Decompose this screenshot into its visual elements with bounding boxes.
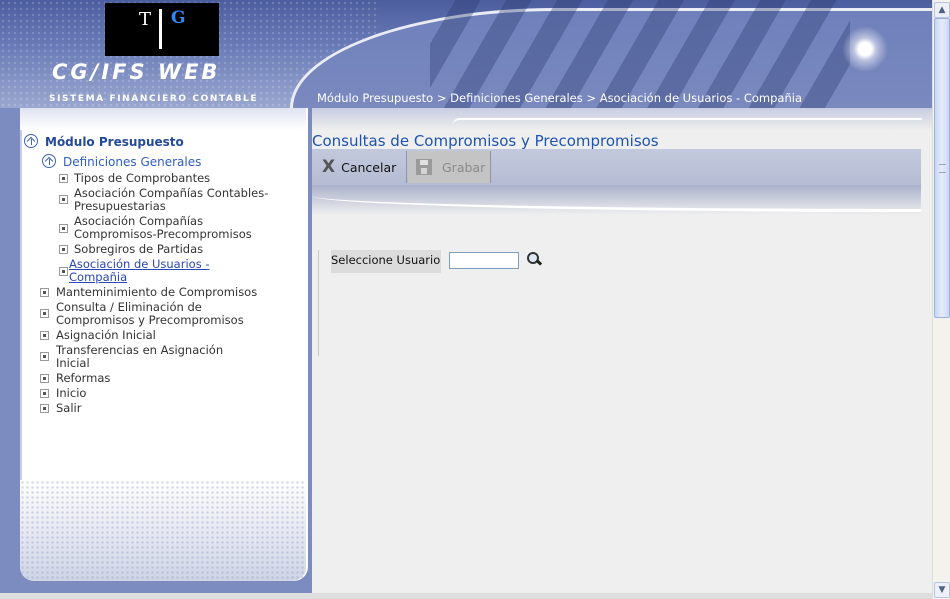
toolbar-wave-curve bbox=[312, 185, 921, 212]
vertical-scrollbar[interactable]: ▲ ▼ bbox=[932, 0, 950, 599]
bottom-strip bbox=[0, 593, 932, 599]
user-input[interactable] bbox=[449, 252, 519, 269]
square-bullet-icon bbox=[40, 288, 49, 297]
nav-item-salir[interactable]: Salir bbox=[56, 402, 256, 415]
square-bullet-icon bbox=[59, 245, 68, 254]
logo: T G bbox=[105, 3, 219, 56]
page-title: Consultas de Compromisos y Precompromiso… bbox=[312, 132, 659, 150]
scroll-grip-icon bbox=[939, 164, 946, 173]
magnifier-handle bbox=[535, 259, 543, 266]
square-bullet-icon bbox=[40, 404, 49, 413]
cancel-button[interactable]: X Cancelar bbox=[314, 151, 407, 183]
sidebar-panel-bottom bbox=[20, 480, 306, 581]
app-header: T G CG/IFS WEB SISTEMA FINANCIERO CONTAB… bbox=[0, 0, 932, 108]
main-top-band-line bbox=[452, 118, 922, 126]
square-bullet-icon bbox=[59, 195, 68, 204]
header-glow-icon bbox=[842, 26, 888, 72]
toolbar: X Cancelar Grabar bbox=[312, 149, 921, 185]
form-divider bbox=[318, 250, 319, 356]
square-bullet-icon bbox=[40, 374, 49, 383]
square-bullet-icon bbox=[59, 224, 68, 233]
nav-item-transferencias[interactable]: Transferencias en Asignación Inicial bbox=[56, 344, 256, 370]
nav-item-asociacion-contables[interactable]: Asociación Compañías Contables-Presupues… bbox=[74, 187, 289, 213]
nav-item-reformas[interactable]: Reformas bbox=[56, 372, 256, 385]
save-button[interactable]: Grabar bbox=[408, 151, 491, 183]
toolbar-wave bbox=[312, 185, 921, 215]
nav-item-inicio[interactable]: Inicio bbox=[56, 387, 256, 400]
disk-icon bbox=[416, 159, 432, 175]
x-icon: X bbox=[322, 157, 336, 177]
logo-divider bbox=[159, 9, 162, 49]
square-bullet-icon bbox=[40, 331, 49, 340]
scroll-thumb[interactable] bbox=[934, 18, 950, 318]
nav-item-asociacion-usuarios[interactable]: Asociación de Usuarios - Compañia bbox=[69, 258, 229, 284]
logo-letter-t: T bbox=[139, 9, 152, 30]
arrow-up-circle-icon bbox=[42, 154, 56, 168]
nav-module-presupuesto[interactable]: Módulo Presupuesto bbox=[24, 134, 184, 149]
square-bullet-icon bbox=[40, 389, 49, 398]
square-bullet-icon bbox=[59, 267, 68, 276]
scroll-up-icon[interactable]: ▲ bbox=[934, 2, 950, 18]
nav-item-sobregiros[interactable]: Sobregiros de Partidas bbox=[74, 243, 289, 256]
square-bullet-icon bbox=[40, 352, 49, 361]
sidebar-panel-top bbox=[20, 108, 306, 130]
user-label: Seleccione Usuario bbox=[331, 253, 441, 267]
cancel-button-label: Cancelar bbox=[341, 159, 397, 175]
logo-letter-g: G bbox=[171, 8, 186, 28]
save-button-label: Grabar bbox=[442, 159, 486, 175]
nav-item-asociacion-compromisos[interactable]: Asociación Compañías Compromisos-Precomp… bbox=[74, 215, 289, 241]
search-button[interactable] bbox=[526, 251, 543, 267]
nav-definiciones-generales[interactable]: Definiciones Generales bbox=[42, 154, 201, 169]
square-bullet-icon bbox=[59, 174, 68, 183]
nav-item-consulta-eliminacion[interactable]: Consulta / Eliminación de Compromisos y … bbox=[56, 301, 276, 327]
app-subtitle: SISTEMA FINANCIERO CONTABLE bbox=[49, 94, 259, 104]
nav-item-tipos-comprobantes[interactable]: Tipos de Comprobantes bbox=[74, 172, 289, 185]
square-bullet-icon bbox=[40, 309, 49, 318]
breadcrumb: Módulo Presupuesto > Definiciones Genera… bbox=[317, 91, 802, 105]
scroll-down-icon[interactable]: ▼ bbox=[934, 582, 950, 598]
nav-section-label: Definiciones Generales bbox=[63, 155, 202, 169]
nav-item-asignacion-inicial[interactable]: Asignación Inicial bbox=[56, 329, 296, 342]
main-top-band bbox=[312, 108, 932, 130]
nav-item-mantenimiento[interactable]: Manteminimiento de Compromisos bbox=[56, 286, 296, 299]
sidebar-dot-pattern bbox=[20, 480, 306, 581]
nav-module-label: Módulo Presupuesto bbox=[45, 135, 184, 149]
app-title: CG/IFS WEB bbox=[52, 60, 221, 84]
arrow-up-circle-icon bbox=[24, 134, 38, 148]
